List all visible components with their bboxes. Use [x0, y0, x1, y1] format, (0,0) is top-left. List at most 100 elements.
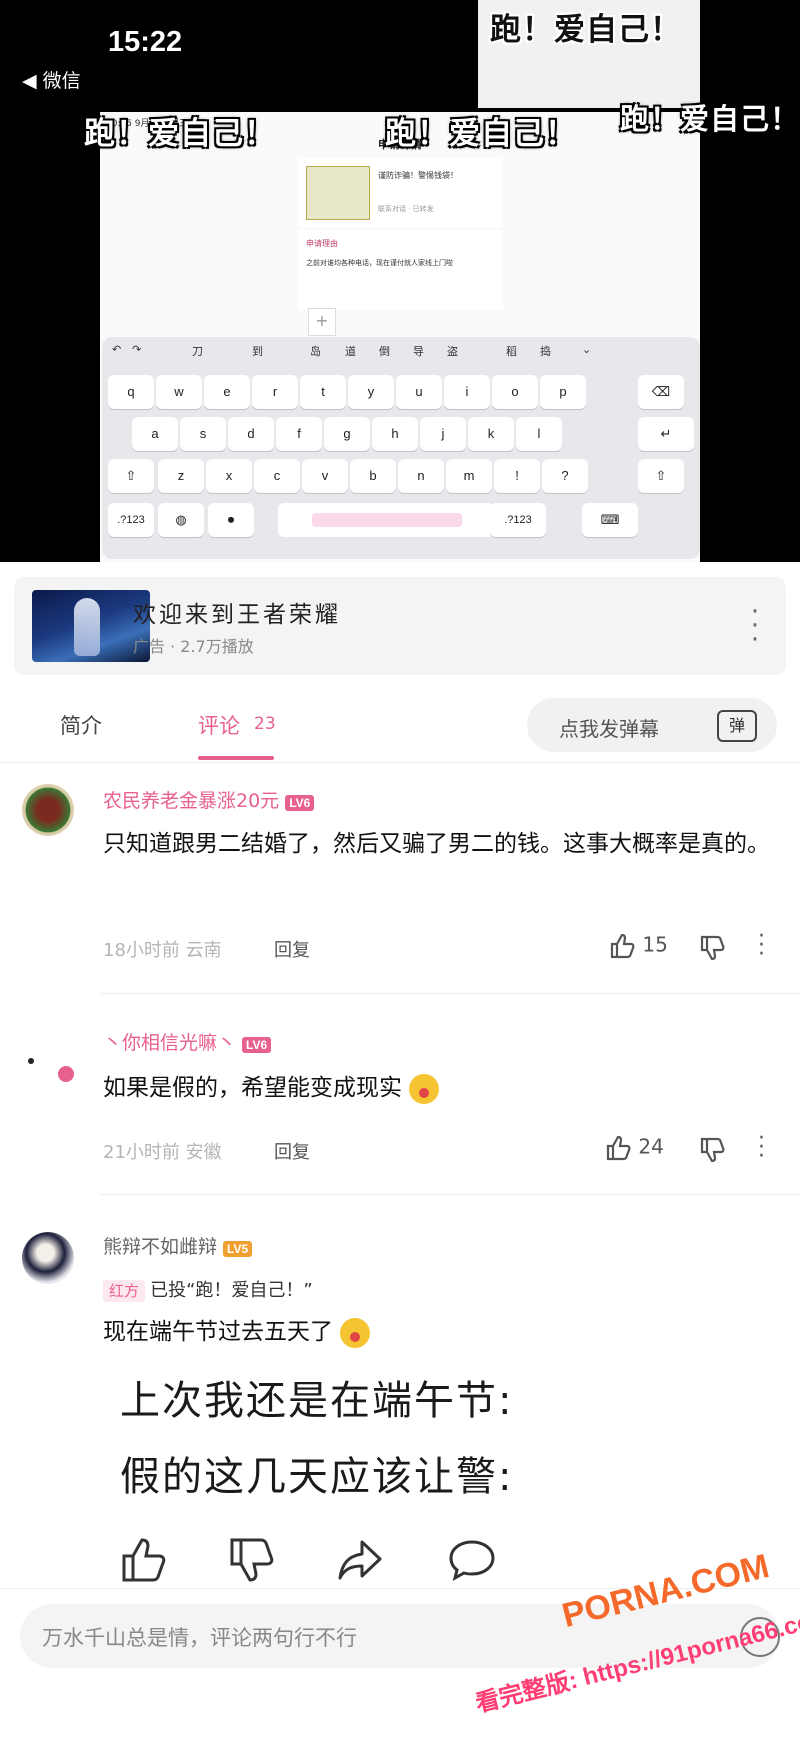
- thumbs-down-icon[interactable]: [698, 934, 726, 962]
- thumbs-down-icon[interactable]: [698, 1136, 726, 1164]
- key-r1-8: o: [492, 375, 538, 409]
- danmu-bullet-4: 跑！爱自己！: [620, 102, 800, 136]
- space-highlight: [312, 513, 462, 527]
- key-r3-4: b: [350, 459, 396, 493]
- key-r1-7: i: [444, 375, 490, 409]
- key-r2-4: g: [324, 417, 370, 451]
- thumbs-up-icon: [606, 1135, 631, 1161]
- recorded-keyboard: ↶ ↷ 刀 到 岛 道 倒 导 盗 稻 捣 ⌄ qwertyuiop ⌫ asd…: [102, 337, 700, 559]
- key-r2-8: l: [516, 417, 562, 451]
- key-r2-7: k: [468, 417, 514, 451]
- reason-body: 之前对谁均各种电话，现在谨付就人家线上门啦: [306, 259, 453, 267]
- username[interactable]: 丶你相信光嘛丶: [103, 1032, 236, 1054]
- like-video-icon[interactable]: [118, 1534, 170, 1586]
- danmu-bullet-3: 跑！爱自己！: [385, 116, 577, 152]
- share-icon[interactable]: [334, 1534, 386, 1586]
- key-r3-2: c: [254, 459, 300, 493]
- key-r1-5: y: [348, 375, 394, 409]
- message-thumbnail: [306, 166, 370, 220]
- tabs-divider: [0, 762, 800, 763]
- key-r3-0: z: [158, 459, 204, 493]
- chevron-down-icon: ⌄: [582, 343, 592, 356]
- shocked-emoji-icon: [409, 1073, 440, 1104]
- like-button[interactable]: 15: [608, 932, 668, 960]
- add-icon: +: [308, 308, 336, 336]
- candidate-7: 盗: [447, 345, 458, 358]
- comment-divider: [100, 993, 800, 994]
- active-tab-indicator: [198, 756, 274, 760]
- ad-figure-image: [74, 598, 100, 656]
- more-options-icon[interactable]: · · ·: [748, 599, 762, 653]
- reason-card: 申请理由 之前对谁均各种电话，现在谨付就人家线上门啦: [298, 230, 503, 310]
- message-card: 谨防诈骗！警惕钱袋！ 联系对话 · 已转发: [298, 158, 503, 228]
- ad-meta: 广告 · 2.7万播放: [133, 637, 254, 656]
- level-badge: LV6: [285, 794, 315, 811]
- ad-card[interactable]: 欢迎来到王者荣耀 广告 · 2.7万播放 · · ·: [14, 577, 786, 675]
- back-to-wechat-link[interactable]: ◀ 微信: [22, 66, 81, 93]
- level-badge: LV5: [223, 1240, 253, 1257]
- username[interactable]: 熊辩不如雌辩: [103, 1236, 217, 1258]
- vote-row: 红方 已投“跑！爱自己！”: [103, 1276, 313, 1302]
- key-r3-1: x: [206, 459, 252, 493]
- like-count: 15: [642, 932, 668, 957]
- candidate-6: 导: [413, 345, 424, 358]
- video-player[interactable]: 15:22 ◀ 微信 20:35 9月24日周三 申请详情 谨防诈骗！警惕钱袋！…: [0, 0, 800, 562]
- username[interactable]: 农民养老金暴涨20元: [103, 790, 279, 812]
- comment-icon[interactable]: [446, 1534, 498, 1586]
- comment-text: 如果是假的，希望能变成现实: [103, 1066, 793, 1110]
- shift-key: ⇧: [108, 459, 154, 493]
- send-danmu-button[interactable]: 点我发弹幕 弹: [527, 698, 777, 752]
- key-r1-4: t: [300, 375, 346, 409]
- comment-2-header: 丶你相信光嘛丶 LV6: [103, 1028, 272, 1055]
- laughing-emoji-icon: [340, 1317, 371, 1348]
- candidate-9: 捣: [540, 345, 551, 358]
- keyboard-hide-icon: ⌨: [582, 503, 638, 537]
- key-r3-7: !: [494, 459, 540, 493]
- candidate-4: 道: [345, 345, 356, 358]
- avatar[interactable]: [22, 784, 74, 836]
- message-subtext: 联系对话 · 已转发: [378, 205, 434, 213]
- candidate-2: 到: [252, 345, 263, 358]
- tab-comments[interactable]: 评论: [198, 710, 240, 740]
- comment-time-location: 21小时前 安徽: [103, 1142, 222, 1163]
- comment-1-header: 农民养老金暴涨20元 LV6: [103, 786, 315, 813]
- key-r1-6: u: [396, 375, 442, 409]
- enter-key: ↵: [638, 417, 694, 451]
- reply-button[interactable]: 回复: [274, 1138, 310, 1164]
- comment-3-header: 熊辩不如雌辩 LV5: [103, 1232, 253, 1259]
- candidate-1: 刀: [192, 345, 203, 358]
- microphone-icon: ⏺: [208, 503, 254, 537]
- candidate-3: 岛: [310, 345, 321, 358]
- key-r1-1: w: [156, 375, 202, 409]
- key-r3-6: m: [446, 459, 492, 493]
- backspace-key: ⌫: [638, 375, 684, 409]
- avatar[interactable]: [22, 1232, 74, 1284]
- tab-intro[interactable]: 简介: [60, 710, 102, 740]
- dislike-video-icon[interactable]: [226, 1534, 278, 1586]
- avatar[interactable]: [28, 1058, 34, 1064]
- key-r2-6: j: [420, 417, 466, 451]
- numbers-right-key: .?123: [490, 503, 546, 537]
- zoomed-comment-line-1: 上次我还是在端午节:: [120, 1378, 514, 1424]
- comment-divider: [100, 1194, 800, 1195]
- level-badge: LV6: [242, 1036, 272, 1053]
- candidate-bar: ↶ ↷ 刀 到 岛 道 倒 导 盗 稻 捣 ⌄: [102, 337, 700, 365]
- key-r2-0: a: [132, 417, 178, 451]
- candidate-5: 倒: [379, 345, 390, 358]
- like-button[interactable]: 24: [604, 1134, 664, 1162]
- comment-more-icon[interactable]: · · ·: [758, 1128, 765, 1168]
- danmu-toggle-icon[interactable]: 弹: [717, 710, 757, 742]
- key-r3-5: n: [398, 459, 444, 493]
- key-r2-3: f: [276, 417, 322, 451]
- key-r2-2: d: [228, 417, 274, 451]
- danmu-bullet-1: 跑！爱自己！: [490, 12, 682, 48]
- reason-title: 申请理由: [306, 239, 338, 248]
- key-r1-3: r: [252, 375, 298, 409]
- reply-button[interactable]: 回复: [274, 936, 310, 962]
- key-r2-5: h: [372, 417, 418, 451]
- ad-title: 欢迎来到王者荣耀: [133, 602, 341, 628]
- avatar-badge: [58, 1066, 74, 1082]
- comment-text: 只知道跟男二结婚了，然后又骗了男二的钱。这事大概率是真的。: [103, 831, 770, 857]
- comment-more-icon[interactable]: · · ·: [758, 926, 765, 966]
- vote-tag: 红方: [103, 1280, 146, 1302]
